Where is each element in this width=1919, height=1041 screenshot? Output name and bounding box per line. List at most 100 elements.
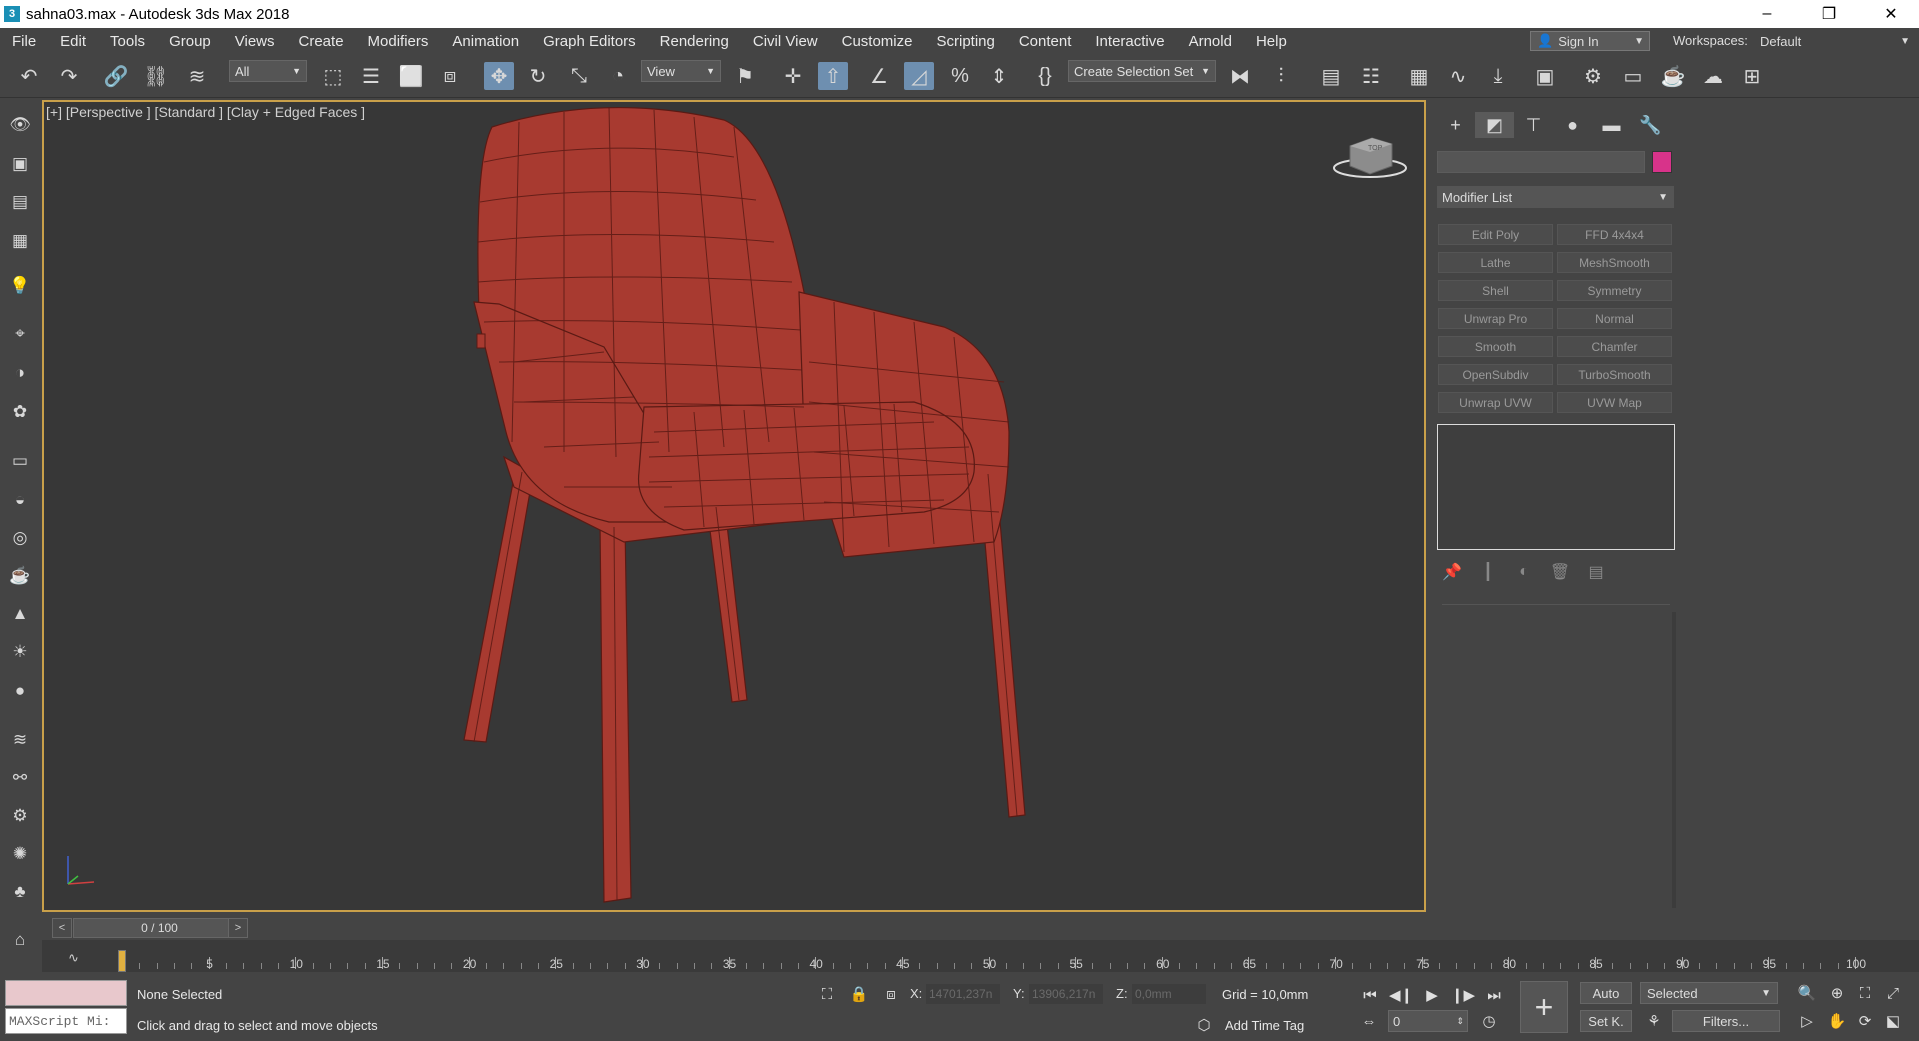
time-tag-icon[interactable]: ⬡: [1193, 1014, 1215, 1036]
utilities-tab-icon[interactable]: 🔧: [1631, 112, 1670, 138]
restore-button[interactable]: ❐: [1800, 0, 1858, 28]
menu-group[interactable]: Group: [157, 33, 223, 50]
ribbon-icon[interactable]: ▦: [1404, 62, 1434, 90]
snaps-toggle-icon[interactable]: ∠: [864, 62, 894, 90]
crowd-icon[interactable]: ✺: [8, 842, 32, 866]
curve-editor-mini-icon[interactable]: ∿: [68, 950, 79, 966]
geosphere-icon[interactable]: ●: [8, 679, 32, 703]
absolute-mode-icon[interactable]: ⧈: [880, 983, 902, 1005]
bind-spacewarp-icon[interactable]: ≋: [182, 62, 212, 90]
hair-icon[interactable]: ≋: [8, 728, 32, 752]
current-frame-field[interactable]: 0 ⇕: [1388, 1010, 1468, 1032]
undo-icon[interactable]: ↶: [14, 62, 44, 90]
layer-explorer-icon[interactable]: ☷: [1356, 62, 1386, 90]
auto-key-button[interactable]: Auto: [1580, 982, 1632, 1004]
ref-coord-dropdown[interactable]: View ▼: [641, 60, 721, 82]
biped-icon[interactable]: ⚙: [8, 804, 32, 828]
set-key-big-button[interactable]: +: [1520, 981, 1568, 1033]
modifier-opensubdiv-button[interactable]: OpenSubdiv: [1438, 364, 1553, 385]
zoom-icon[interactable]: 🔍: [1796, 982, 1818, 1004]
modify-tab-icon[interactable]: ◩: [1475, 112, 1514, 138]
sphere-icon[interactable]: ◒: [8, 488, 32, 512]
viewport-label[interactable]: [+] [Perspective ] [Standard ] [Clay + E…: [46, 104, 365, 120]
light-icon[interactable]: 💡: [8, 274, 32, 298]
sign-in-dropdown[interactable]: 👤 Sign In ▼: [1530, 31, 1650, 51]
motion-tab-icon[interactable]: ●: [1553, 112, 1592, 138]
unlink-icon[interactable]: ⛓: [141, 62, 171, 90]
pivot-icon[interactable]: ✛: [778, 62, 808, 90]
make-unique-icon[interactable]: ◐: [1510, 560, 1538, 584]
pan-icon[interactable]: ✋: [1826, 1010, 1848, 1032]
window-crossing-icon[interactable]: ⧈: [435, 62, 465, 90]
render-view-icon[interactable]: ▣: [8, 152, 32, 176]
select-by-name-icon[interactable]: ☰: [356, 62, 386, 90]
rect-select-region-icon[interactable]: ⬜: [396, 62, 426, 90]
camera-icon[interactable]: ⌖: [8, 322, 32, 346]
foliage-icon[interactable]: ♣: [8, 880, 32, 904]
select-object-icon[interactable]: ⬚: [318, 62, 348, 90]
maxscript-mini-listener[interactable]: MAXScript Mi:: [5, 1008, 127, 1034]
modifier-chamfer-button[interactable]: Chamfer: [1557, 336, 1672, 357]
chair-model[interactable]: [44, 102, 1426, 912]
menu-file[interactable]: File: [0, 33, 48, 50]
render-setup-icon[interactable]: ⚙: [1578, 62, 1608, 90]
close-button[interactable]: ✕: [1862, 0, 1919, 28]
menu-civil-view[interactable]: Civil View: [741, 33, 830, 50]
maxscript-listener-output[interactable]: [5, 980, 127, 1006]
modifier-ffd-button[interactable]: FFD 4x4x4: [1557, 224, 1672, 245]
key-filter-dropdown[interactable]: Selected ▼: [1640, 982, 1778, 1004]
workspace-dropdown[interactable]: Default ▼: [1755, 31, 1915, 51]
helper-icon[interactable]: ◑: [8, 361, 32, 385]
cone-icon[interactable]: ▲: [8, 602, 32, 626]
menu-modifiers[interactable]: Modifiers: [356, 33, 441, 50]
selection-filter-dropdown[interactable]: All ▼: [229, 60, 307, 82]
menu-create[interactable]: Create: [287, 33, 356, 50]
time-config-icon[interactable]: ◷: [1478, 1010, 1500, 1032]
time-slider-prev-button[interactable]: <: [52, 918, 72, 938]
key-mode-toggle-icon[interactable]: ⇔: [1358, 1010, 1380, 1032]
modifier-lathe-button[interactable]: Lathe: [1438, 252, 1553, 273]
minimize-button[interactable]: –: [1738, 0, 1796, 28]
time-slider-thumb[interactable]: 0 / 100: [73, 918, 246, 938]
modifier-meshsmooth-button[interactable]: MeshSmooth: [1557, 252, 1672, 273]
menu-help[interactable]: Help: [1244, 33, 1299, 50]
hierarchy-tab-icon[interactable]: ⊤: [1514, 112, 1553, 138]
render-frame-icon[interactable]: ▭: [1618, 62, 1648, 90]
menu-interactive[interactable]: Interactive: [1083, 33, 1176, 50]
percent-snap-icon[interactable]: %: [945, 62, 975, 90]
go-to-start-icon[interactable]: ⏮: [1358, 984, 1382, 1006]
modifier-shell-button[interactable]: Shell: [1438, 280, 1553, 301]
select-manipulate-icon[interactable]: ⚑: [730, 62, 760, 90]
field-of-view-icon[interactable]: ▷: [1796, 1010, 1818, 1032]
go-to-end-icon[interactable]: ⏭: [1482, 984, 1506, 1006]
show-end-result-icon[interactable]: ┃: [1474, 560, 1502, 584]
zoom-extents-icon[interactable]: ⛶: [1854, 982, 1876, 1004]
sun-icon[interactable]: ☀: [8, 640, 32, 664]
select-move-icon[interactable]: ✥: [484, 62, 514, 90]
selection-set-dropdown[interactable]: Create Selection Set ▼: [1068, 60, 1216, 82]
command-panel-scrollbar[interactable]: [1672, 612, 1676, 908]
menu-graph-editors[interactable]: Graph Editors: [531, 33, 648, 50]
modifier-edit-poly-button[interactable]: Edit Poly: [1438, 224, 1553, 245]
play-icon[interactable]: ▶: [1420, 984, 1444, 1006]
perspective-viewport[interactable]: [42, 100, 1426, 912]
configure-modifier-sets-icon[interactable]: ▤: [1582, 560, 1610, 584]
set-key-button[interactable]: Set K.: [1580, 1010, 1632, 1032]
zoom-extents-all-icon[interactable]: ⤢: [1882, 982, 1904, 1004]
menu-arnold[interactable]: Arnold: [1177, 33, 1244, 50]
menu-rendering[interactable]: Rendering: [648, 33, 741, 50]
plane-icon[interactable]: ▭: [8, 449, 32, 473]
viewport-icon[interactable]: 👁: [8, 113, 32, 137]
default-in-out-tangents-icon[interactable]: ⚘: [1643, 1010, 1665, 1032]
menu-edit[interactable]: Edit: [48, 33, 98, 50]
z-coordinate-field[interactable]: 0,0mm: [1132, 984, 1206, 1004]
select-rotate-icon[interactable]: ↻: [523, 62, 553, 90]
modifier-smooth-button[interactable]: Smooth: [1438, 336, 1553, 357]
scene-explorer-icon[interactable]: ▤: [1316, 62, 1346, 90]
menu-content[interactable]: Content: [1007, 33, 1084, 50]
named-sets-icon[interactable]: {}: [1030, 62, 1060, 90]
torus-icon[interactable]: ◎: [8, 526, 32, 550]
track-bar[interactable]: [42, 940, 1919, 972]
viewcube[interactable]: TOP: [1330, 130, 1410, 182]
link-icon[interactable]: 🔗: [101, 62, 131, 90]
